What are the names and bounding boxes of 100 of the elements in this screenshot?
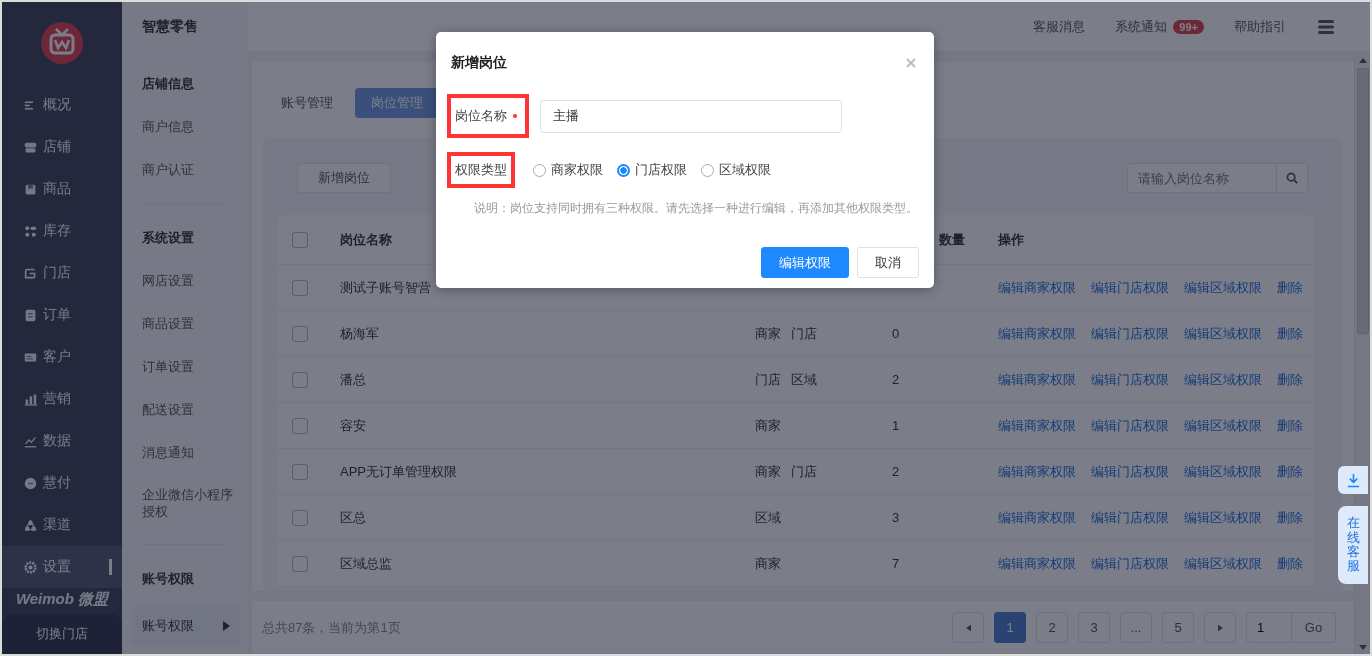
dialog-button[interactable]: 编辑权限 — [761, 247, 849, 278]
top-link[interactable]: 帮助指引 — [1234, 17, 1286, 36]
scroll-thumb[interactable] — [1356, 68, 1369, 334]
checkbox[interactable] — [292, 325, 308, 342]
subnav-item[interactable]: 企业微信小程序授权 — [142, 474, 238, 532]
radio-option[interactable]: 商家权限 — [533, 161, 603, 179]
action-link[interactable]: 编辑商家权限 — [998, 324, 1076, 343]
action-link[interactable]: 编辑门店权限 — [1091, 370, 1169, 389]
switch-store-button[interactable]: 切换门店 — [2, 614, 122, 654]
action-link[interactable]: 编辑门店权限 — [1091, 278, 1169, 297]
action-link[interactable]: 编辑区域权限 — [1184, 416, 1262, 435]
action-link[interactable]: 编辑商家权限 — [998, 554, 1076, 573]
action-link[interactable]: 编辑门店权限 — [1091, 462, 1169, 481]
action-link[interactable]: 删除 — [1277, 370, 1303, 389]
subnav-item[interactable]: 商户认证 — [142, 148, 238, 191]
action-link[interactable]: 编辑区域权限 — [1184, 324, 1262, 343]
action-link[interactable]: 编辑区域权限 — [1184, 508, 1262, 527]
grid-icon — [24, 224, 37, 238]
table-cell: 商家 — [755, 416, 781, 435]
page-button[interactable]: 2 — [1036, 612, 1068, 643]
action-link[interactable]: 删除 — [1277, 324, 1303, 343]
subnav-item[interactable]: 订单设置 — [142, 345, 238, 388]
page-button[interactable]: ... — [1120, 612, 1152, 643]
action-link[interactable]: 编辑商家权限 — [998, 462, 1076, 481]
action-link[interactable]: 编辑门店权限 — [1091, 324, 1169, 343]
nav-item[interactable]: 营销 — [2, 378, 122, 420]
checkbox[interactable] — [292, 279, 308, 296]
checkbox[interactable] — [292, 417, 308, 434]
subnav-item[interactable]: 商品设置 — [142, 302, 238, 345]
tab[interactable]: 账号管理 — [265, 88, 349, 118]
nav-item[interactable]: 客户 — [2, 336, 122, 378]
menu-icon[interactable] — [1318, 18, 1334, 35]
subnav-item[interactable]: 消息通知 — [142, 431, 238, 474]
nav-item[interactable]: 商品 — [2, 168, 122, 210]
table-cell: 7 — [892, 556, 900, 571]
action-link[interactable]: 编辑区域权限 — [1184, 370, 1262, 389]
column-header: 操作 — [998, 230, 1024, 249]
action-link[interactable]: 编辑门店权限 — [1091, 554, 1169, 573]
online-service-button[interactable]: 在线客服 — [1338, 506, 1368, 584]
next-page-button[interactable] — [1204, 612, 1236, 643]
position-name-field[interactable]: 主播 — [540, 99, 842, 133]
subnav-item[interactable]: 网店设置 — [142, 259, 238, 302]
page-button[interactable]: 1 — [994, 612, 1026, 643]
count-badge: 99+ — [1173, 19, 1204, 34]
nav-item[interactable]: 慧付 — [2, 462, 122, 504]
line-chart-icon — [24, 434, 37, 448]
table-cell: 2 — [892, 372, 900, 387]
go-button[interactable]: Go — [1292, 612, 1336, 643]
nav-item[interactable]: 订单 — [2, 294, 122, 336]
checkbox[interactable] — [292, 463, 308, 480]
action-link[interactable]: 删除 — [1277, 278, 1303, 297]
column-header: 岗位名称 — [340, 230, 392, 249]
page-button[interactable]: 3 — [1078, 612, 1110, 643]
page-input[interactable]: 1 — [1246, 612, 1292, 643]
nav-item[interactable]: 设置 — [2, 546, 122, 588]
action-link[interactable]: 删除 — [1277, 508, 1303, 527]
field-label: 权限类型 — [455, 161, 507, 179]
action-link[interactable]: 编辑区域权限 — [1184, 462, 1262, 481]
group-heading: 系统设置 — [142, 228, 195, 247]
nav-item[interactable]: 概况 — [2, 84, 122, 126]
action-link[interactable]: 删除 — [1277, 416, 1303, 435]
table-cell: 容安 — [340, 416, 366, 435]
table-cell: 区域总监 — [340, 554, 392, 573]
subnav-item[interactable]: 商户信息 — [142, 105, 238, 148]
checkbox[interactable] — [292, 231, 308, 248]
action-link[interactable]: 删除 — [1277, 462, 1303, 481]
prev-page-button[interactable] — [952, 612, 984, 643]
action-link[interactable]: 编辑商家权限 — [998, 508, 1076, 527]
settings-icon — [24, 560, 37, 574]
action-link[interactable]: 编辑商家权限 — [998, 416, 1076, 435]
table-cell: 潘总 — [340, 370, 366, 389]
nav-item[interactable]: 店铺 — [2, 126, 122, 168]
close-icon[interactable] — [906, 58, 916, 68]
top-link[interactable]: 系统通知 — [1115, 17, 1168, 36]
nav-item[interactable]: 门店 — [2, 252, 122, 294]
checkbox[interactable] — [292, 555, 308, 572]
checkbox[interactable] — [292, 371, 308, 388]
nav-item[interactable]: 库存 — [2, 210, 122, 252]
download-button[interactable] — [1338, 466, 1368, 494]
top-link[interactable]: 客服消息 — [1033, 17, 1086, 36]
dialog-button[interactable]: 取消 — [857, 247, 919, 278]
table-cell: 3 — [892, 510, 900, 525]
radio-option[interactable]: 门店权限 — [617, 161, 687, 179]
subnav-item[interactable]: 账号权限 — [132, 604, 240, 647]
radio-option[interactable]: 区域权限 — [701, 161, 771, 179]
action-link[interactable]: 编辑商家权限 — [998, 370, 1076, 389]
action-link[interactable]: 编辑商家权限 — [998, 278, 1076, 297]
action-link[interactable]: 编辑门店权限 — [1091, 508, 1169, 527]
subnav-item[interactable]: 配送设置 — [142, 388, 238, 431]
search-button[interactable] — [1277, 163, 1308, 193]
checkbox[interactable] — [292, 509, 308, 526]
page-button[interactable]: 5 — [1162, 612, 1194, 643]
nav-item[interactable]: 渠道 — [2, 504, 122, 546]
table-cell: 门店 — [791, 324, 817, 343]
nav-item[interactable]: 数据 — [2, 420, 122, 462]
action-link[interactable]: 删除 — [1277, 554, 1303, 573]
action-link[interactable]: 编辑区域权限 — [1184, 278, 1262, 297]
action-link[interactable]: 编辑区域权限 — [1184, 554, 1262, 573]
add-position-button[interactable]: 新增岗位 — [297, 163, 391, 193]
action-link[interactable]: 编辑门店权限 — [1091, 416, 1169, 435]
